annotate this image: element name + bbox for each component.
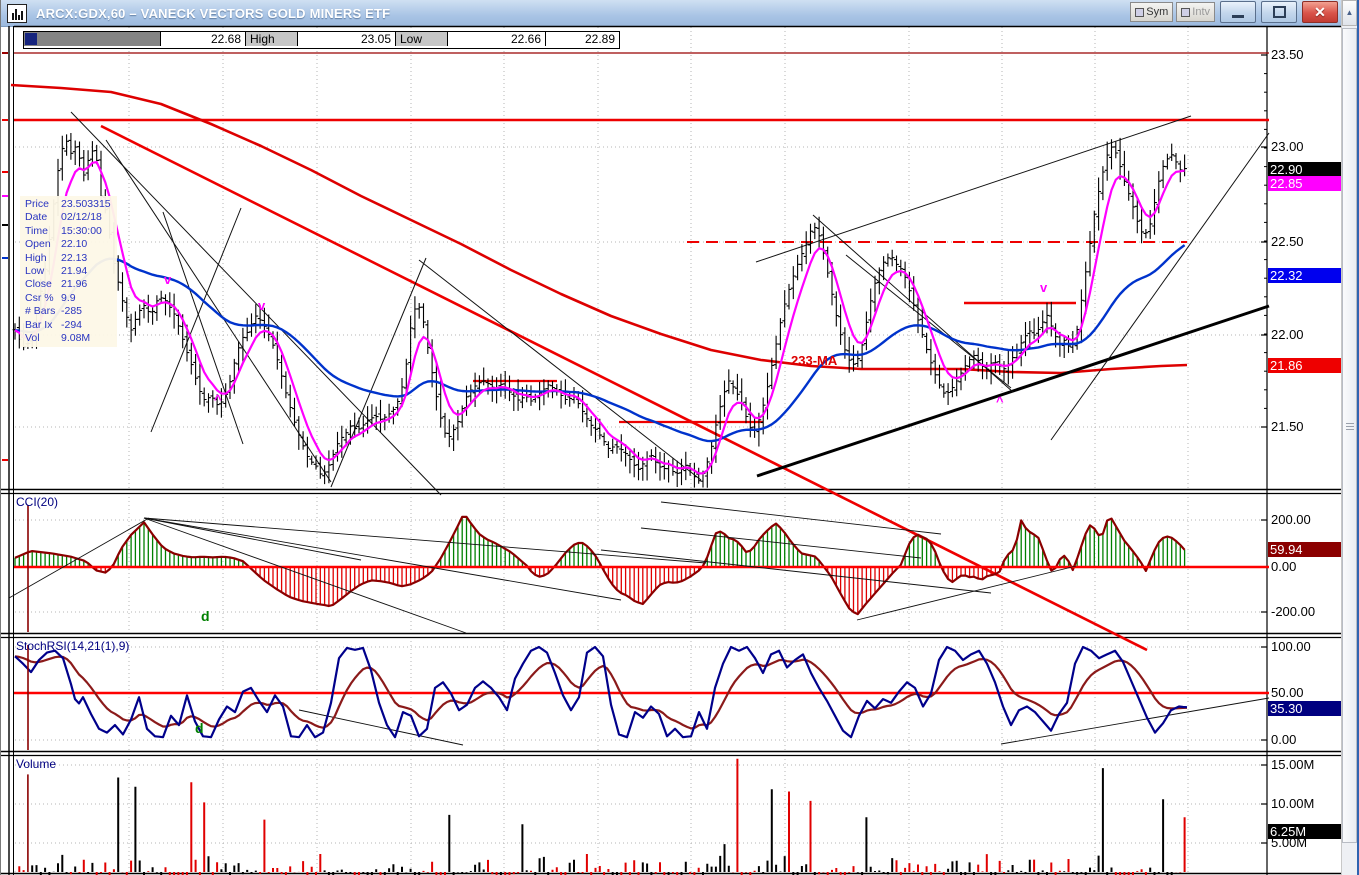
cci-trend-line bbox=[143, 517, 467, 634]
value-badge: 22.85 bbox=[1268, 176, 1342, 191]
axis-label: -200.00 bbox=[1271, 604, 1316, 619]
swing-marker: v bbox=[1040, 280, 1048, 295]
symbol-chip bbox=[25, 33, 37, 45]
tooltip-value: 02/12/18 bbox=[61, 211, 102, 224]
quote-value: 22.68 bbox=[161, 32, 246, 46]
axis-label: 10.00M bbox=[1271, 796, 1315, 811]
scrollbar-thumb[interactable] bbox=[1342, 28, 1357, 843]
tooltip-label: Vol bbox=[25, 332, 40, 345]
quote-bar: 22.68 High 23.05 Low 22.66 22.89 bbox=[23, 31, 620, 49]
tooltip-label: High bbox=[25, 251, 47, 264]
tooltip-row: Vol 9.08M bbox=[25, 332, 117, 345]
swing-marker: ^ bbox=[996, 394, 1004, 409]
value-badge: 22.32 bbox=[1268, 268, 1342, 283]
indicator-label-volume: Volume bbox=[16, 757, 57, 771]
value-badge: 35.30 bbox=[1268, 701, 1342, 716]
tooltip-row: Open 22.10 bbox=[25, 238, 117, 251]
tooltip-label: # Bars bbox=[25, 305, 56, 318]
data-tooltip: Price 23.503315 Date 02/12/18 Time 15:30:00 Op… bbox=[20, 196, 117, 348]
quote-field-label: Low bbox=[396, 32, 448, 46]
tooltip-value: 22.10 bbox=[61, 238, 88, 251]
axis-label: 100.00 bbox=[1271, 639, 1311, 654]
axis-label: 0.00 bbox=[1271, 559, 1297, 574]
axis-label: 23.50 bbox=[1271, 47, 1304, 62]
swing-marker: ^ bbox=[214, 392, 222, 407]
tooltip-value: -294 bbox=[61, 318, 83, 331]
chart-canvas bbox=[1, 25, 1357, 875]
tooltip-row: High 22.13 bbox=[25, 252, 117, 265]
scroll-up-arrow-icon[interactable]: ▲ bbox=[1342, 0, 1357, 26]
ema-slow-line bbox=[14, 244, 1186, 443]
tooltip-value: 23.503315 bbox=[61, 198, 111, 210]
trend-line bbox=[756, 304, 1270, 478]
tooltip-label: Date bbox=[25, 211, 48, 224]
tooltip-row: Price 23.503315 bbox=[25, 198, 117, 211]
axis-label: 200.00 bbox=[1271, 512, 1311, 527]
value-badge: 22.90 bbox=[1268, 162, 1342, 177]
tooltip-value: 9.08M bbox=[61, 332, 91, 345]
value-badge: 21.86 bbox=[1268, 358, 1342, 373]
value-badge: 59.94 bbox=[1268, 542, 1342, 557]
axis-label: 15.00M bbox=[1271, 757, 1315, 772]
axis-label: 22.00 bbox=[1271, 327, 1304, 342]
quote-value: 22.89 bbox=[546, 32, 619, 46]
axis-label: 50.00 bbox=[1271, 685, 1304, 700]
axis-label: 0.00 bbox=[1271, 732, 1297, 747]
tooltip-label: Open bbox=[25, 238, 51, 251]
cci-trend-line bbox=[660, 501, 942, 535]
cci-outline bbox=[14, 515, 1186, 616]
divergence-label-stochrsi: d bbox=[195, 720, 204, 736]
cci-trend-line bbox=[8, 517, 150, 599]
axis-label: 22.50 bbox=[1271, 234, 1304, 249]
quote-value: 22.66 bbox=[448, 32, 546, 46]
vertical-scrollbar[interactable]: ▲ bbox=[1341, 0, 1357, 875]
tooltip-value: 15:30:00 bbox=[61, 224, 102, 237]
tooltip-row: Bar Ix -294 bbox=[25, 319, 117, 332]
cci-positive-hatch bbox=[14, 516, 1186, 567]
quote-field-label: High bbox=[246, 32, 298, 46]
ma-233-label: 233-MA bbox=[791, 353, 838, 368]
tooltip-row: # Bars -285 bbox=[25, 305, 117, 318]
volume-bars-down bbox=[18, 758, 1186, 875]
axis-label: 21.50 bbox=[1271, 419, 1304, 434]
tooltip-value: 22.13 bbox=[61, 251, 88, 264]
volume-bars-up bbox=[14, 768, 1173, 875]
trend-line bbox=[1050, 132, 1270, 441]
tooltip-row: Close 21.96 bbox=[25, 278, 117, 291]
tooltip-label: Bar Ix bbox=[25, 318, 53, 331]
trend-line bbox=[755, 115, 1192, 263]
quote-symbol-box bbox=[24, 32, 161, 46]
divergence-label-cci: d bbox=[201, 608, 210, 624]
trend-line bbox=[100, 124, 1148, 652]
indicator-label-stochrsi: StochRSI(14,21(1),9) bbox=[16, 639, 130, 653]
tooltip-label: Csr % bbox=[25, 291, 54, 304]
scrollbar-grip bbox=[1346, 423, 1354, 431]
quote-value: 23.05 bbox=[298, 32, 396, 46]
tooltip-row: Time 15:30:00 bbox=[25, 225, 117, 238]
tooltip-value: 21.94 bbox=[61, 265, 88, 278]
tooltip-label: Low bbox=[25, 265, 45, 278]
tooltip-row: Date 02/12/18 bbox=[25, 211, 117, 224]
indicator-label-cci: CCI(20) bbox=[16, 495, 59, 509]
tooltip-label: Price bbox=[25, 198, 49, 210]
chart-window: ARCX:GDX,60 – VANECK VECTORS GOLD MINERS… bbox=[0, 0, 1359, 875]
trend-line bbox=[162, 211, 244, 445]
tooltip-label: Time bbox=[25, 224, 48, 237]
tooltip-value: -285 bbox=[61, 305, 83, 318]
tooltip-value: 9.9 bbox=[61, 291, 76, 304]
axis-label: 23.00 bbox=[1271, 139, 1304, 154]
tooltip-row: Low 21.94 bbox=[25, 265, 117, 278]
tooltip-value: 21.96 bbox=[61, 278, 88, 291]
cci-trend-line bbox=[143, 517, 622, 601]
swing-marker: v bbox=[258, 298, 266, 313]
tooltip-row: Csr % 9.9 bbox=[25, 292, 117, 305]
value-badge: 6.25M bbox=[1268, 824, 1342, 839]
swing-marker: v bbox=[164, 272, 172, 287]
tooltip-label: Close bbox=[25, 278, 52, 291]
